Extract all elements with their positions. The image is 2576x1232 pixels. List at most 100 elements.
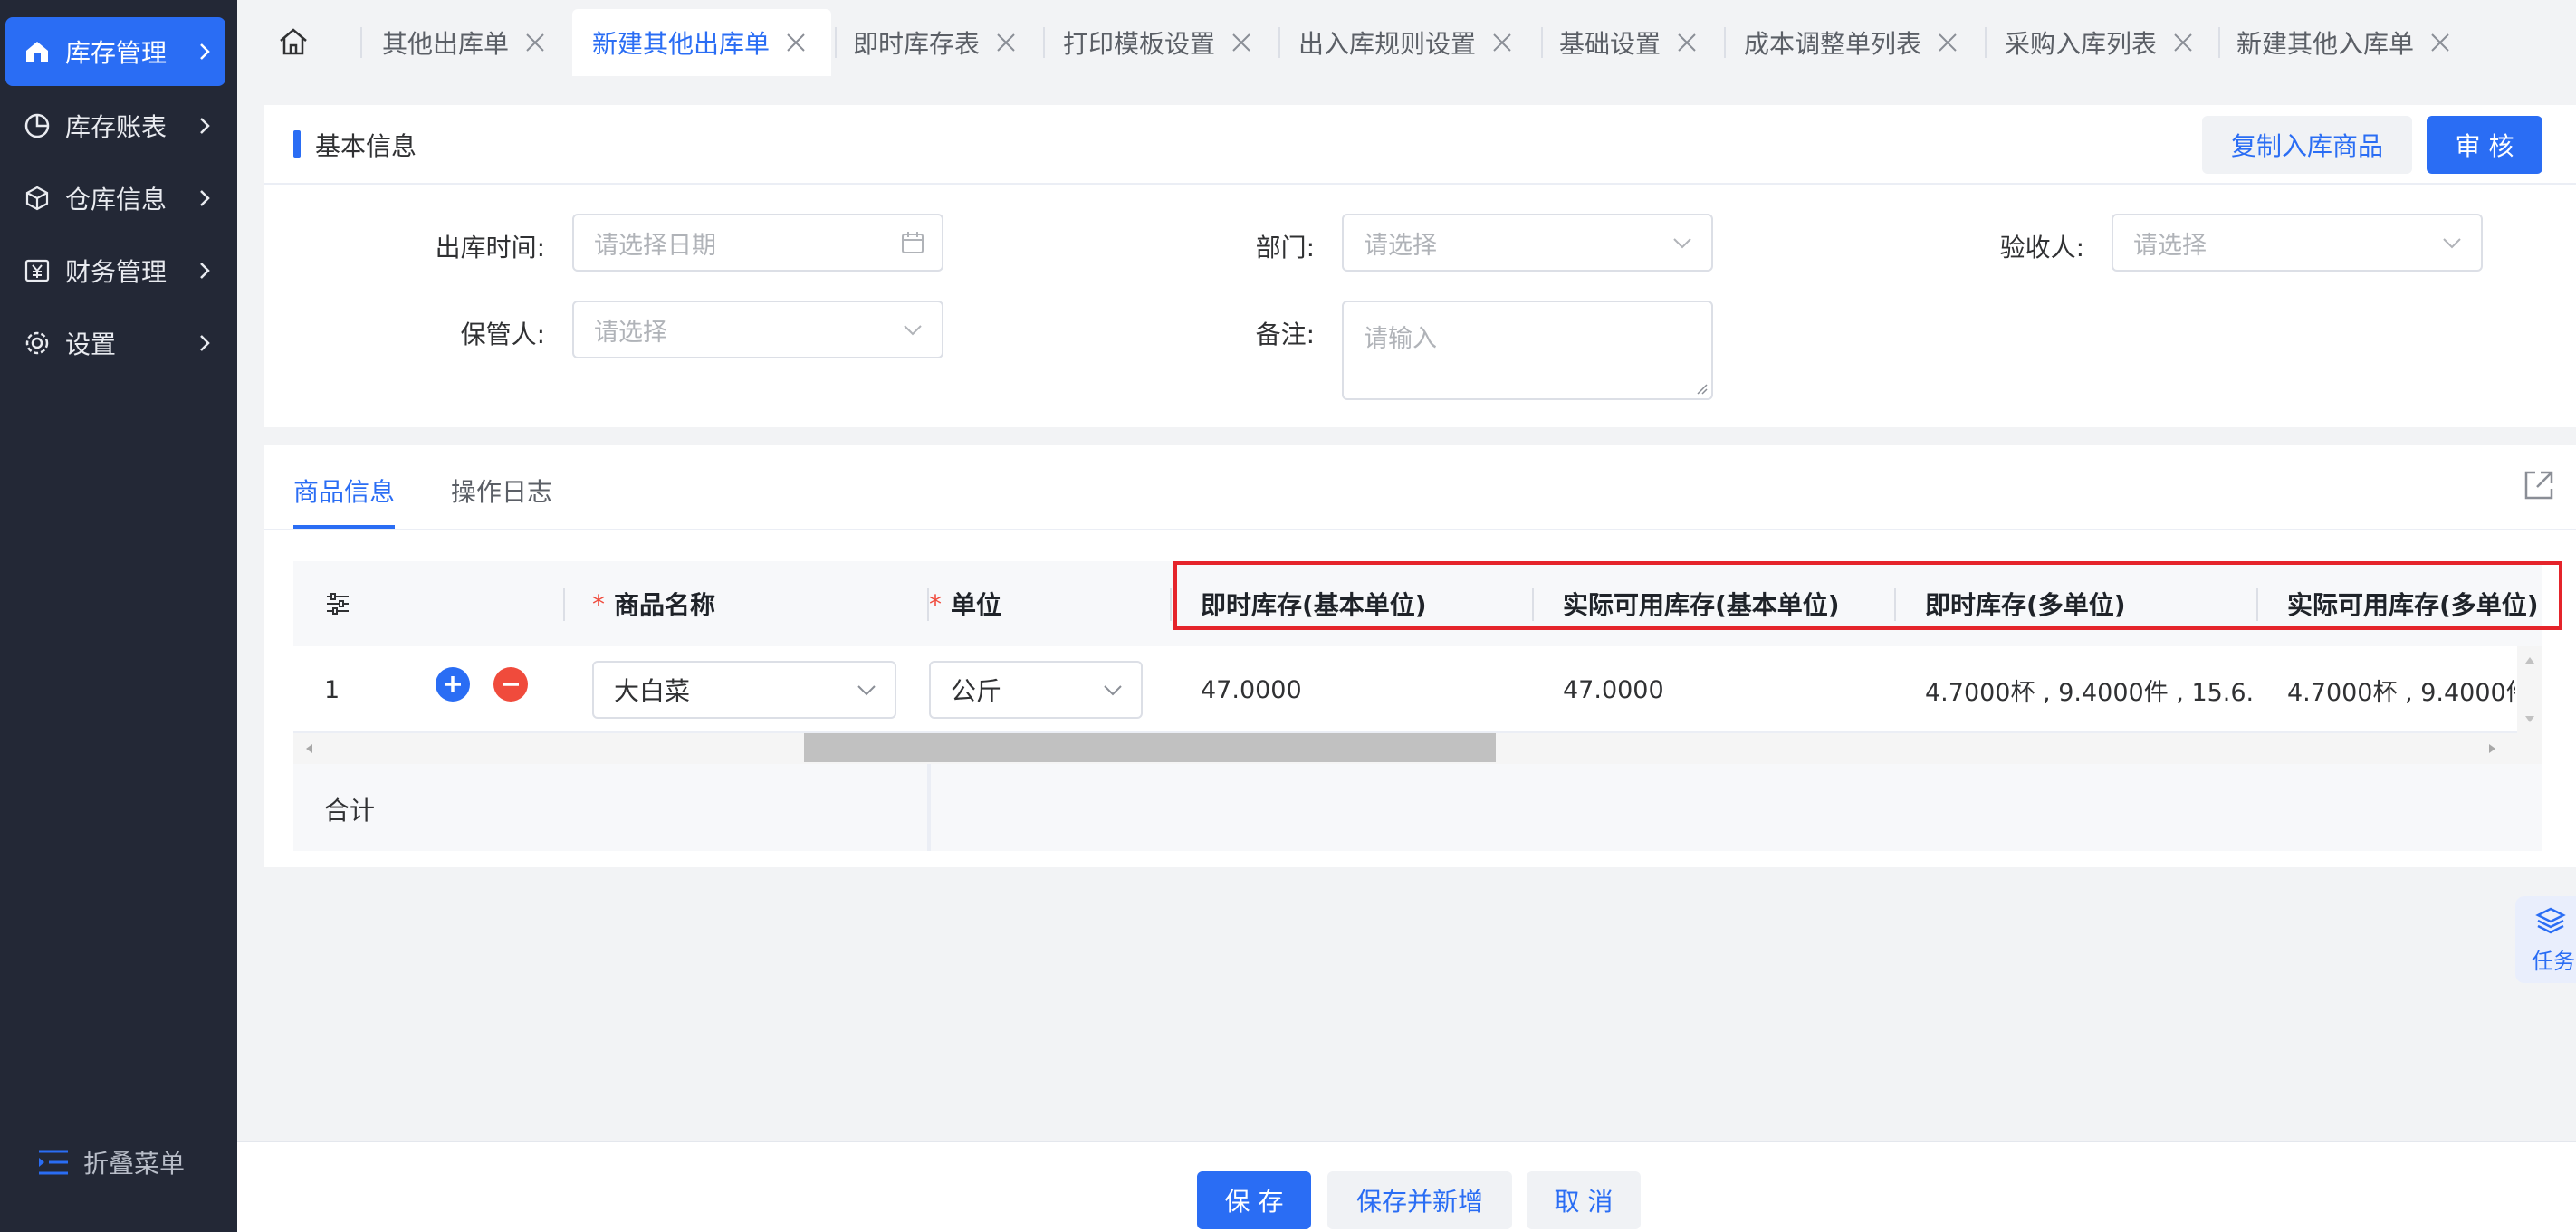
save-button[interactable]: 保 存 — [1197, 1171, 1311, 1229]
sidebar-item-label: 库存管理 — [65, 38, 168, 68]
highlight-box — [1173, 561, 2562, 630]
tab-cost-adjustment[interactable]: 成本调整单列表 — [1744, 9, 1959, 76]
unit-value: 公斤 — [951, 676, 1002, 706]
vertical-scrollbar[interactable] — [2517, 646, 2542, 733]
tab-goods-info[interactable]: 商品信息 — [293, 473, 395, 509]
close-icon[interactable] — [1675, 31, 1699, 54]
sidebar-item-label: 仓库信息 — [65, 185, 168, 215]
tab-print-template[interactable]: 打印模板设置 — [1063, 9, 1253, 76]
inspector-select[interactable]: 请选择 — [2112, 214, 2483, 272]
out-time-date-picker[interactable]: 请选择日期 — [572, 214, 943, 272]
calendar-icon — [902, 232, 924, 253]
close-icon[interactable] — [994, 31, 1018, 54]
goods-name-value: 大白菜 — [614, 676, 691, 706]
collapse-menu-button[interactable]: 折叠菜单 — [36, 1144, 185, 1180]
resize-handle-icon[interactable] — [1693, 380, 1708, 395]
chevron-down-icon — [904, 325, 922, 336]
tab-purchase-inbound[interactable]: 采购入库列表 — [2005, 9, 2195, 76]
tab-label: 其他出库单 — [382, 29, 510, 59]
chevron-right-icon — [200, 263, 210, 279]
close-icon[interactable] — [2428, 31, 2452, 54]
remark-label: 备注: — [1255, 320, 1315, 349]
tab-label: 成本调整单列表 — [1744, 29, 1922, 59]
table-footer: 合计 — [293, 764, 2542, 851]
department-placeholder: 请选择 — [1364, 231, 1437, 260]
row-index: 1 — [324, 675, 340, 704]
chevron-down-icon — [1673, 238, 1691, 249]
tab-basic-settings[interactable]: 基础设置 — [1559, 9, 1699, 76]
inspector-placeholder: 请选择 — [2133, 231, 2207, 260]
tab-io-rules[interactable]: 出入库规则设置 — [1298, 9, 1514, 76]
stock-base-cell: 47.0000 — [1201, 675, 1302, 704]
remark-textarea[interactable]: 请输入 — [1342, 301, 1713, 400]
out-time-placeholder: 请选择日期 — [594, 231, 716, 260]
sidebar-item-warehouse-info[interactable]: 仓库信息 — [5, 164, 225, 233]
sidebar: 库存管理 库存账表 仓库信息 财务管理 设置 折叠菜单 — [0, 0, 237, 1232]
keeper-select[interactable]: 请选择 — [572, 301, 943, 358]
table-row: 1 大白菜 公斤 47.0000 47.0000 4.7000杯 , 9.400… — [293, 646, 2542, 733]
sidebar-item-finance[interactable]: 财务管理 — [5, 236, 225, 305]
chevron-down-icon — [1104, 685, 1122, 696]
keeper-placeholder: 请选择 — [594, 318, 667, 347]
keeper-label: 保管人: — [460, 320, 545, 349]
chevron-down-icon — [857, 685, 876, 696]
department-select[interactable]: 请选择 — [1342, 214, 1713, 272]
copy-inbound-goods-button[interactable]: 复制入库商品 — [2202, 116, 2412, 174]
close-icon[interactable] — [784, 31, 808, 54]
column-header-unit: * 单位 — [929, 588, 1002, 621]
chevron-right-icon — [200, 190, 210, 206]
inspector-label: 验收人: — [1999, 233, 2084, 263]
available-multi-cell: 4.7000杯 , 9.4000件 — [2287, 678, 2515, 707]
goods-name-select[interactable]: 大白菜 — [592, 661, 896, 719]
collapse-menu-icon — [39, 1150, 68, 1175]
remove-row-icon[interactable] — [493, 666, 529, 702]
scroll-up-icon[interactable] — [2524, 655, 2535, 664]
tab-label: 采购入库列表 — [2005, 29, 2158, 59]
home-icon[interactable] — [277, 25, 310, 58]
sidebar-item-inventory-management[interactable]: 库存管理 — [5, 17, 225, 86]
tab-label: 新建其他出库单 — [592, 29, 771, 59]
close-icon[interactable] — [523, 31, 547, 54]
tab-realtime-stock[interactable]: 即时库存表 — [853, 9, 1018, 76]
unit-select[interactable]: 公斤 — [929, 661, 1143, 719]
tab-new-other-inbound[interactable]: 新建其他入库单 — [2236, 9, 2452, 76]
sidebar-item-label: 库存账表 — [65, 112, 168, 142]
horizontal-scroll-thumb[interactable] — [804, 733, 1496, 762]
remark-placeholder: 请输入 — [1364, 325, 1437, 353]
close-icon[interactable] — [1490, 31, 1514, 54]
layers-icon — [2535, 907, 2566, 934]
available-base-cell: 47.0000 — [1563, 675, 1664, 704]
scroll-right-icon[interactable] — [2488, 743, 2497, 754]
sidebar-item-inventory-ledger[interactable]: 库存账表 — [5, 91, 225, 160]
pie-chart-icon — [22, 110, 53, 141]
divider — [264, 183, 2576, 185]
tab-other-outbound[interactable]: 其他出库单 — [382, 9, 547, 76]
tab-operation-log[interactable]: 操作日志 — [451, 473, 552, 509]
save-and-new-button[interactable]: 保存并新增 — [1327, 1171, 1512, 1229]
close-icon[interactable] — [2171, 31, 2195, 54]
scroll-down-icon[interactable] — [2524, 715, 2535, 724]
sidebar-item-label: 财务管理 — [65, 257, 168, 287]
cube-icon — [22, 183, 53, 214]
column-settings-icon[interactable] — [324, 590, 351, 617]
cancel-button[interactable]: 取 消 — [1527, 1171, 1641, 1229]
tab-label: 打印模板设置 — [1063, 29, 1216, 59]
close-icon[interactable] — [1936, 31, 1959, 54]
scroll-left-icon[interactable] — [304, 743, 313, 754]
tab-label: 基础设置 — [1559, 29, 1661, 59]
close-icon[interactable] — [1230, 31, 1253, 54]
chevron-right-icon — [200, 43, 210, 60]
sidebar-item-settings[interactable]: 设置 — [5, 309, 225, 377]
chevron-right-icon — [200, 118, 210, 134]
task-floating-button[interactable]: 任务 — [2515, 896, 2576, 983]
audit-button[interactable]: 审 核 — [2427, 116, 2542, 174]
fullscreen-icon[interactable] — [2523, 469, 2555, 501]
tab-new-other-outbound[interactable]: 新建其他出库单 — [572, 9, 831, 76]
section-title: 基本信息 — [315, 131, 417, 161]
bottom-action-bar: 保 存 保存并新增 取 消 — [237, 1141, 2576, 1232]
collapse-menu-label: 折叠菜单 — [83, 1149, 186, 1179]
department-label: 部门: — [1255, 233, 1315, 263]
add-row-icon[interactable] — [435, 666, 471, 702]
chevron-down-icon — [2443, 238, 2461, 249]
tab-label: 新建其他入库单 — [2236, 29, 2415, 59]
